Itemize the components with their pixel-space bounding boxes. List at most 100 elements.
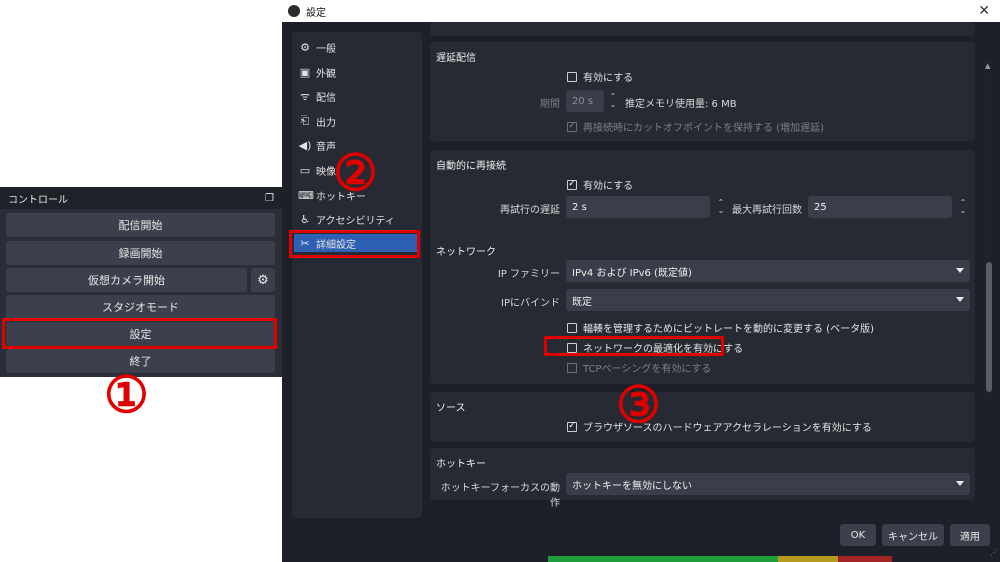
scroll-up-icon[interactable]: ▲ xyxy=(985,62,990,70)
sidebar-item-appearance[interactable]: ▣ 外観 xyxy=(298,63,336,81)
audio-meter-strip xyxy=(548,556,778,562)
checkbox-box: ✓ xyxy=(567,421,577,432)
step-marker-1: ① xyxy=(104,365,149,424)
checkbox-box: ✓ xyxy=(567,179,577,190)
ip-family-value: IPv4 および IPv6 (既定値) xyxy=(572,267,692,279)
auto-reconnect-title: 自動的に再接続 xyxy=(436,161,506,172)
ip-family-dropdown[interactable]: IPv4 および IPv6 (既定値) xyxy=(566,260,970,282)
checkbox-box xyxy=(567,71,577,82)
audio-meter-strip-red xyxy=(838,556,892,562)
bind-ip-value: 既定 xyxy=(572,296,592,308)
obs-logo-icon xyxy=(288,5,300,17)
undock-icon[interactable]: ❐ xyxy=(265,193,274,204)
hotkey-focus-dropdown[interactable]: ホットキーを無効にしない xyxy=(566,473,970,495)
chevron-down-icon xyxy=(956,481,964,486)
antenna-icon: ᯤ xyxy=(299,89,311,103)
highlight-settings-button xyxy=(2,318,277,349)
preserve-cutoff-checkbox[interactable]: ✓ 再接続時にカットオフポイントを保持する (増加遅延) xyxy=(567,119,824,134)
close-icon[interactable]: ✕ xyxy=(978,3,990,19)
checkbox-label: 有効にする xyxy=(583,73,634,84)
window-title: 設定 xyxy=(306,7,326,19)
sidebar-item-label: 外観 xyxy=(316,68,336,80)
keyboard-icon: ⌨ xyxy=(298,188,314,202)
checkbox-box xyxy=(567,322,577,333)
network-title: ネットワーク xyxy=(436,247,496,258)
sidebar-item-label: 一般 xyxy=(316,43,336,55)
ok-button[interactable]: OK xyxy=(840,524,876,546)
audio-meter-strip-yellow xyxy=(778,556,838,562)
delay-duration-label: 期間 xyxy=(540,99,560,110)
studio-mode-button[interactable]: スタジオモード xyxy=(6,295,275,319)
browser-hw-accel-checkbox[interactable]: ✓ ブラウザソースのハードウェアアクセラレーションを有効にする xyxy=(567,419,872,434)
max-retries-spinner[interactable]: ⌃ ⌄ xyxy=(956,196,970,218)
retry-delay-input[interactable]: 2 s xyxy=(566,196,710,218)
retry-delay-label: 再試行の遅延 xyxy=(500,205,560,216)
checkbox-box xyxy=(567,362,577,373)
virtual-camera-settings-button[interactable]: ⚙ xyxy=(251,268,275,292)
bind-ip-dropdown[interactable]: 既定 xyxy=(566,289,970,311)
max-retries-label: 最大再試行回数 xyxy=(732,205,802,216)
sidebar-item-audio[interactable]: ◀) 音声 xyxy=(298,136,336,154)
delay-duration-spinner[interactable]: ⌃ ⌄ xyxy=(606,90,620,112)
tcp-pacing-checkbox[interactable]: TCPペーシングを有効にする xyxy=(567,360,711,375)
monitor-icon: ▭ xyxy=(299,163,311,177)
stream-delay-title: 遅延配信 xyxy=(436,53,476,64)
auto-reconnect-enable-checkbox[interactable]: ✓ 有効にする xyxy=(567,177,633,192)
checkbox-label: 輻輳を管理するためにビットレートを動的に変更する (ベータ版) xyxy=(583,324,874,335)
advanced-settings-panel: 遅延配信 有効にする 期間 20 s ⌃ ⌄ 推定メモリ使用量: 6 MB ✓ 再… xyxy=(428,22,1000,512)
settings-sidebar: ⚙ 一般 ▣ 外観 ᯤ 配信 ⎗ 出力 ◀) 音声 ▭ 映像 ⌨ ホットキー ♿ xyxy=(292,32,422,518)
start-recording-button[interactable]: 録画開始 xyxy=(6,241,275,265)
delay-memory-note: 推定メモリ使用量: 6 MB xyxy=(625,99,737,110)
highlight-network-optimization xyxy=(544,336,724,356)
cancel-button[interactable]: キャンセル xyxy=(882,524,944,546)
step-marker-2: ② xyxy=(333,143,378,202)
chevron-down-icon xyxy=(956,297,964,302)
hotkey-focus-label: ホットキーフォーカスの動作 xyxy=(440,483,560,509)
stream-delay-group: 遅延配信 有効にする 期間 20 s ⌃ ⌄ 推定メモリ使用量: 6 MB ✓ 再… xyxy=(430,42,975,141)
settings-window: 設定 ✕ ⚙ 一般 ▣ 外観 ᯤ 配信 ⎗ 出力 ◀) 音声 ▭ 映像 ⌨ ホッ… xyxy=(282,0,1000,562)
sources-group: ソース ✓ ブラウザソースのハードウェアアクセラレーションを有効にする xyxy=(430,392,975,442)
dynamic-bitrate-checkbox[interactable]: 輻輳を管理するためにビットレートを動的に変更する (ベータ版) xyxy=(567,320,874,335)
delay-duration-input[interactable]: 20 s xyxy=(566,90,604,112)
sources-title: ソース xyxy=(436,403,466,414)
max-retries-input[interactable]: 25 xyxy=(808,196,952,218)
scrollbar-thumb[interactable] xyxy=(986,262,992,392)
sidebar-item-label: 出力 xyxy=(316,117,336,129)
output-icon: ⎗ xyxy=(300,114,310,127)
sidebar-item-stream[interactable]: ᯤ 配信 xyxy=(298,87,336,105)
auto-reconnect-group: 自動的に再接続 ✓ 有効にする 再試行の遅延 2 s ⌃ ⌄ 最大再試行回数 25… xyxy=(430,150,975,246)
controls-dock-header: コントロール ❐ xyxy=(0,187,282,209)
resize-grip-icon[interactable]: ⋰ xyxy=(990,548,998,557)
hotkeys-title: ホットキー xyxy=(436,459,486,470)
step-marker-3: ③ xyxy=(616,375,661,434)
sidebar-item-accessibility[interactable]: ♿ アクセシビリティ xyxy=(298,210,395,228)
apply-button[interactable]: 適用 xyxy=(950,524,990,546)
checkbox-label: 有効にする xyxy=(583,181,634,192)
hotkeys-group: ホットキー ホットキーフォーカスの動作 ホットキーを無効にしない xyxy=(430,448,975,509)
controls-dock-title: コントロール xyxy=(8,194,68,206)
chevron-down-icon xyxy=(956,268,964,273)
gear-icon: ⚙ xyxy=(257,272,269,288)
content-scrollbar[interactable]: ▲ xyxy=(984,62,994,402)
checkbox-label: 再接続時にカットオフポイントを保持する (増加遅延) xyxy=(583,123,824,134)
gear-icon: ⚙ xyxy=(300,40,310,54)
speaker-icon: ◀) xyxy=(298,138,312,152)
checkbox-box: ✓ xyxy=(567,121,577,132)
sidebar-item-output[interactable]: ⎗ 出力 xyxy=(298,112,336,130)
stream-delay-enable-checkbox[interactable]: 有効にする xyxy=(567,69,633,84)
hotkey-focus-value: ホットキーを無効にしない xyxy=(572,480,692,492)
checkbox-label: TCPペーシングを有効にする xyxy=(583,364,712,375)
accessibility-icon: ♿ xyxy=(300,212,310,226)
palette-icon: ▣ xyxy=(299,65,311,79)
bind-ip-label: IPにバインド xyxy=(501,298,560,309)
sidebar-item-general[interactable]: ⚙ 一般 xyxy=(298,38,336,56)
previous-group-remnant xyxy=(430,22,975,36)
start-virtual-camera-button[interactable]: 仮想カメラ開始 xyxy=(6,268,247,292)
network-group: ネットワーク IP ファミリー IPv4 および IPv6 (既定値) IPにバ… xyxy=(430,236,975,384)
start-streaming-button[interactable]: 配信開始 xyxy=(6,213,275,237)
sidebar-item-video[interactable]: ▭ 映像 xyxy=(298,161,336,179)
sidebar-item-label: 配信 xyxy=(316,92,336,104)
window-titlebar: 設定 ✕ xyxy=(282,0,1000,22)
ip-family-label: IP ファミリー xyxy=(497,269,560,280)
highlight-advanced-sidebar-item xyxy=(289,230,420,258)
